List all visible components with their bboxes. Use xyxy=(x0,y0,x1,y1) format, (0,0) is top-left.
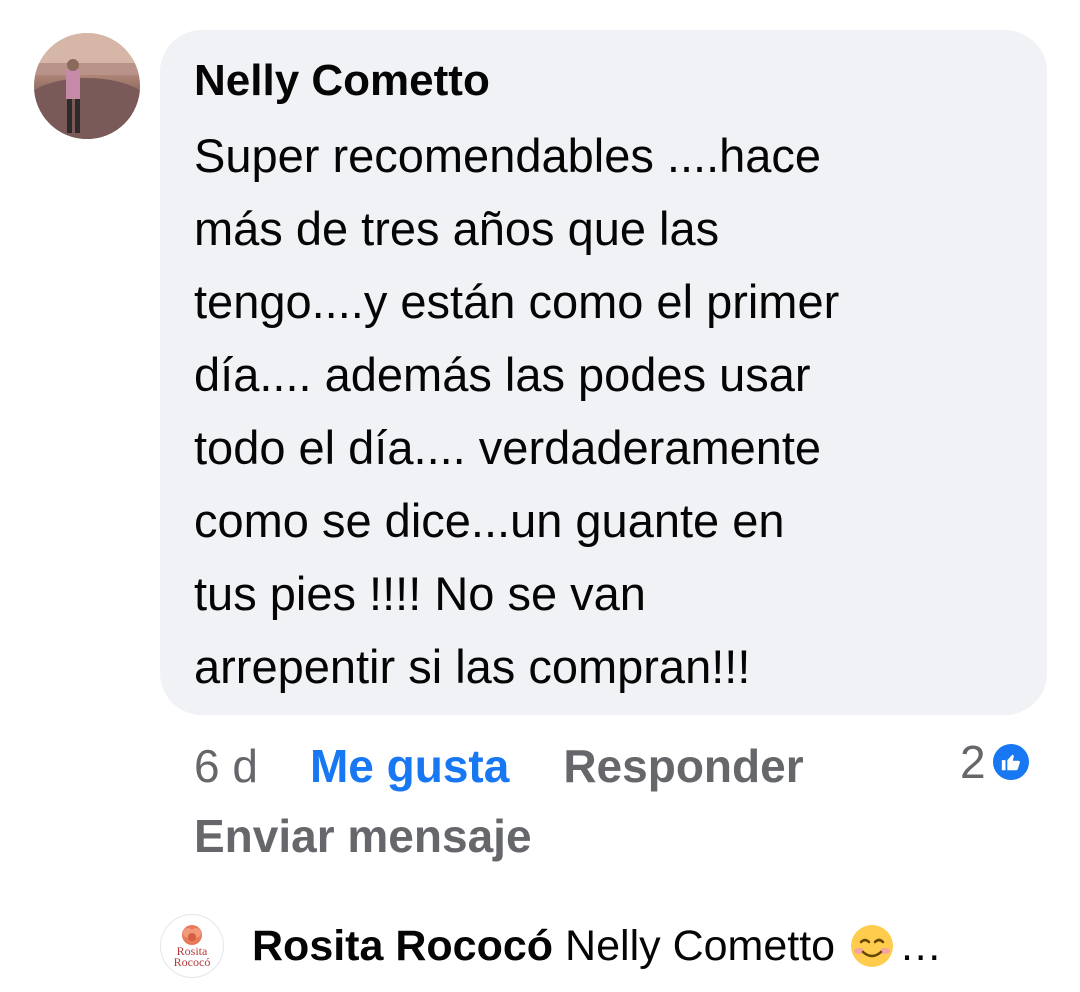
comment-actions: 6 d Me gusta Responder xyxy=(194,736,894,796)
comment-thread: Nelly Cometto Super recomendables ....ha… xyxy=(0,0,1080,992)
truncation-ellipsis: … xyxy=(899,921,943,970)
avatar[interactable] xyxy=(34,33,140,139)
like-button[interactable]: Me gusta xyxy=(310,740,509,792)
like-reaction-icon xyxy=(989,741,1032,783)
send-message-button[interactable]: Enviar mensaje xyxy=(194,806,532,866)
comment-author[interactable]: Nelly Cometto xyxy=(194,55,490,107)
profile-photo-icon xyxy=(34,33,140,139)
comment-text: Super recomendables ....hace más de tres… xyxy=(194,129,840,693)
reaction-summary[interactable]: 2 xyxy=(960,732,1032,792)
reply-text: Nelly Cometto xyxy=(565,921,836,970)
reply-avatar[interactable]: Rosita Rococó xyxy=(160,914,224,978)
comment-bubble: Nelly Cometto Super recomendables ....ha… xyxy=(160,30,1047,715)
reply-preview[interactable]: Rosita Rococó Rosita Rococó Nelly Comett… xyxy=(160,914,1060,978)
comment-timestamp[interactable]: 6 d xyxy=(194,740,258,792)
smiling-face-icon xyxy=(851,925,894,967)
reply-button[interactable]: Responder xyxy=(563,740,803,792)
reaction-count: 2 xyxy=(960,736,986,788)
rose-logo-icon xyxy=(182,925,202,945)
reply-author[interactable]: Rosita Rococó xyxy=(252,922,553,971)
logo-text-line2: Rococó xyxy=(173,955,211,969)
